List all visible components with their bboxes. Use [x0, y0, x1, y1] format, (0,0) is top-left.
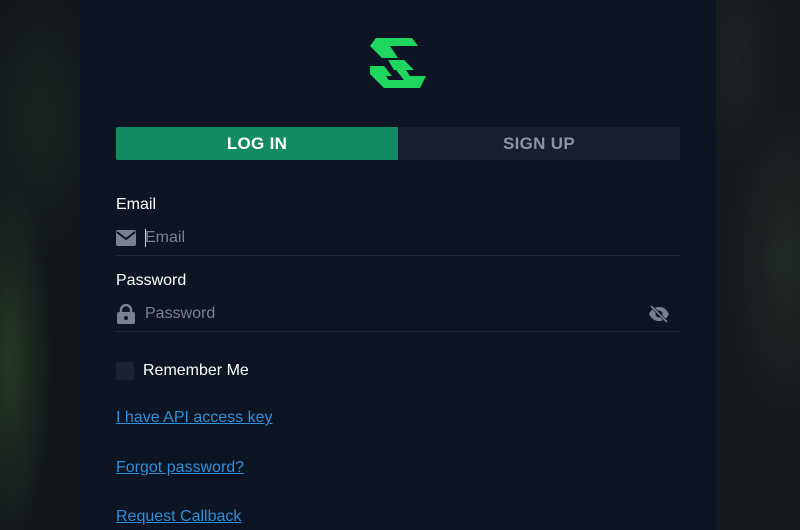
email-label: Email: [116, 196, 157, 213]
auth-tabs: LOG IN SIGN UP: [116, 127, 680, 160]
forgot-password-link[interactable]: Forgot password?: [116, 459, 244, 477]
background-left: [0, 0, 80, 530]
password-field-row: [116, 297, 680, 332]
password-label: Password: [116, 272, 187, 289]
remember-me-checkbox[interactable]: [116, 362, 134, 380]
brand-logo: [368, 36, 428, 90]
remember-me[interactable]: Remember Me: [116, 362, 249, 380]
request-callback-link[interactable]: Request Callback: [116, 508, 241, 526]
remember-me-label: Remember Me: [143, 362, 249, 379]
email-input[interactable]: [145, 223, 680, 253]
tab-login[interactable]: LOG IN: [116, 127, 398, 160]
background-right: [716, 0, 800, 530]
email-field-row: [116, 221, 680, 256]
api-access-key-link[interactable]: I have API access key: [116, 409, 273, 427]
password-input[interactable]: [145, 299, 646, 329]
envelope-icon: [116, 228, 136, 248]
eye-off-icon[interactable]: [646, 301, 672, 327]
lock-icon: [116, 304, 136, 324]
tab-signup[interactable]: SIGN UP: [398, 127, 680, 160]
